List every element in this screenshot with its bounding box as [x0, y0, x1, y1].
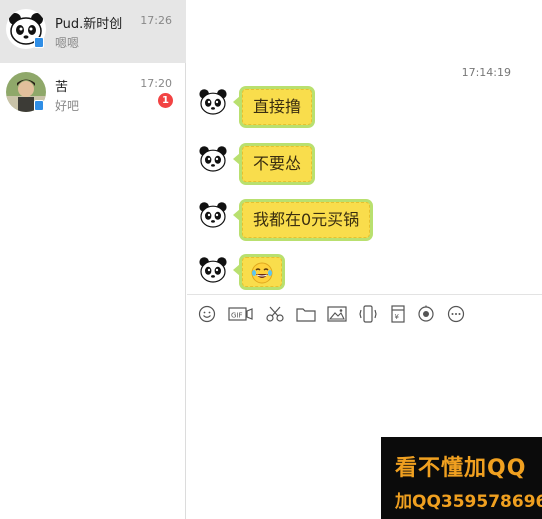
conversation-item[interactable]: 苦 17:20 好吧 1	[0, 63, 186, 126]
more-icon[interactable]	[446, 304, 466, 324]
input-toolbar: GIF ¥	[187, 294, 542, 330]
conversation-preview: 好吧	[55, 99, 80, 113]
panda-avatar[interactable]	[197, 143, 231, 177]
conversation-time: 17:20	[140, 77, 172, 90]
unread-badge: 1	[158, 93, 173, 108]
device-icon	[34, 100, 44, 111]
image-icon[interactable]	[327, 304, 347, 324]
message-bubble[interactable]: 直接撸	[232, 86, 316, 128]
folder-icon[interactable]	[296, 304, 316, 324]
message-text: 不要怂	[242, 146, 313, 182]
gif-icon[interactable]: GIF	[228, 304, 254, 324]
panda-avatar[interactable]	[197, 254, 231, 288]
laughing-crying-emoji-icon	[242, 257, 282, 287]
message-text: 我都在0元买锅	[242, 202, 371, 238]
emoji-icon[interactable]	[197, 304, 217, 324]
conversation-list: Pud.新时创 17:26 嗯嗯 苦 17:20 好吧 1	[0, 0, 186, 519]
promo-overlay: 看不懂加QQ 加QQ359578696	[381, 437, 542, 519]
promo-headline: 看不懂加QQ	[395, 456, 527, 481]
conversation-preview: 嗯嗯	[55, 36, 80, 50]
vibrate-icon[interactable]	[358, 304, 378, 324]
conversation-item[interactable]: Pud.新时创 17:26 嗯嗯	[0, 0, 186, 63]
message-timestamp: 17:14:19	[461, 66, 511, 79]
message-bubble[interactable]: 不要怂	[232, 143, 316, 185]
svg-text:GIF: GIF	[231, 312, 243, 320]
device-icon	[34, 37, 44, 48]
message-text: 直接撸	[242, 89, 313, 125]
panda-avatar[interactable]	[197, 199, 231, 233]
svg-text:¥: ¥	[395, 313, 400, 321]
voice-icon[interactable]	[416, 304, 436, 324]
red-packet-icon[interactable]: ¥	[388, 304, 408, 324]
message-bubble[interactable]	[233, 254, 285, 290]
panda-avatar[interactable]	[197, 86, 231, 120]
conversation-name: Pud.新时创	[55, 17, 123, 32]
conversation-name: 苦	[55, 80, 69, 95]
conversation-time: 17:26	[140, 14, 172, 27]
promo-contact: 加QQ359578696	[395, 492, 542, 512]
scissors-icon[interactable]	[265, 304, 285, 324]
message-bubble[interactable]: 我都在0元买锅	[232, 199, 374, 241]
